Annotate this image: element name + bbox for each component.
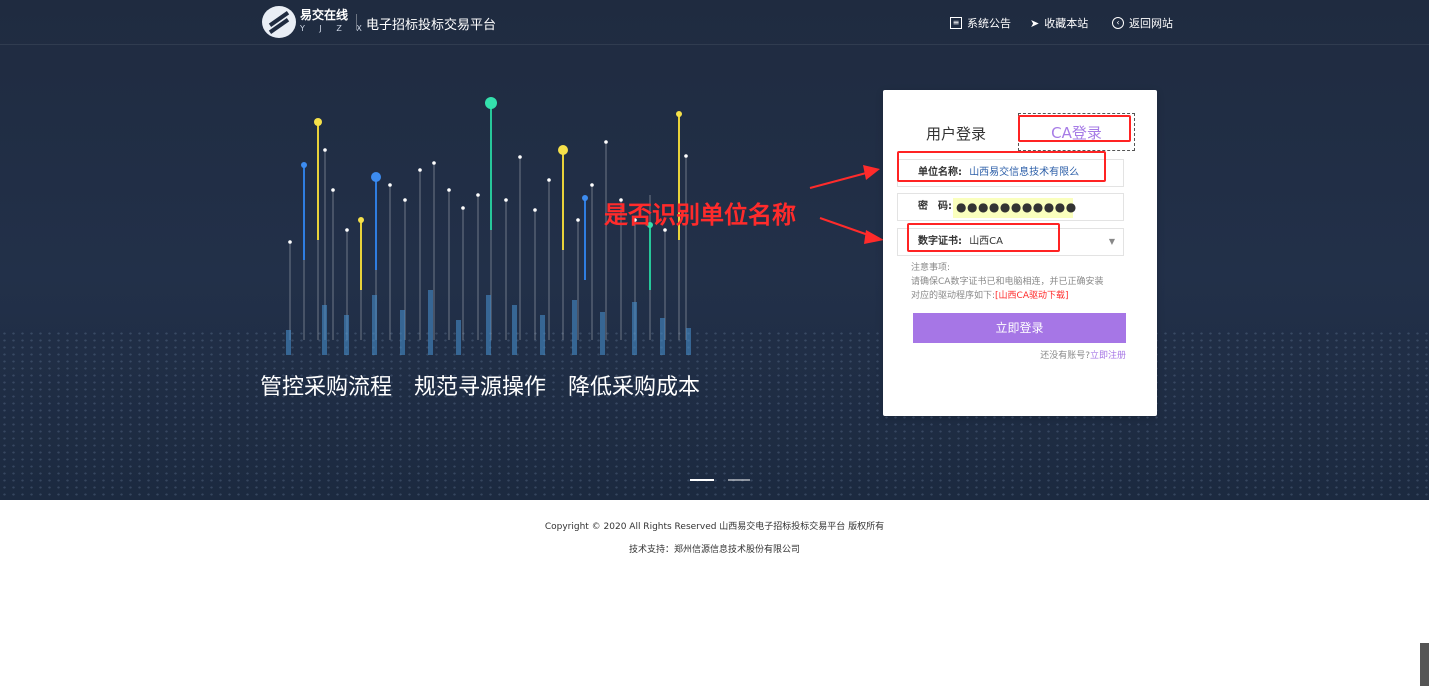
footer-support: 技术支持：郑州信源信息技术股份有限公司 bbox=[628, 545, 800, 555]
nav-return-site[interactable]: ‹ 返回网站 bbox=[1112, 15, 1173, 31]
ca-driver-download-link[interactable]: [山西CA驱动下载] bbox=[995, 291, 1068, 301]
send-icon: ➤ bbox=[1030, 16, 1040, 30]
annotation-highlight-box bbox=[907, 223, 1060, 252]
tab-user-login[interactable]: 用户登录 bbox=[926, 123, 986, 144]
platform-title: 电子招标投标交易平台 bbox=[366, 18, 497, 33]
password-field[interactable]: 密 码: ●●●●●●●●●●● bbox=[897, 193, 1124, 221]
hero-slogan: 管控采购流程 规范寻源操作 降低采购成本 bbox=[260, 375, 701, 400]
login-submit-button[interactable]: 立即登录 bbox=[913, 313, 1126, 343]
chevron-down-icon: ▼ bbox=[1108, 237, 1115, 246]
brand-name: 易交在线 bbox=[300, 8, 349, 22]
annotation-text: 是否识别单位名称 bbox=[604, 201, 796, 229]
top-bar: 易交在线 Y J Z X 电子招标投标交易平台 ≡ 系统公告 ➤ 收藏本站 ‹ … bbox=[0, 0, 1429, 45]
notes-section: 注意事项: 请确保CA数字证书已和电脑相连，并已正确安装 对应的驱动程序如下:[… bbox=[911, 261, 1141, 303]
register-text: 还没有账号? bbox=[1040, 351, 1090, 361]
hero-banner: 易交在线 Y J Z X 电子招标投标交易平台 ≡ 系统公告 ➤ 收藏本站 ‹ … bbox=[0, 0, 1429, 500]
nav-bookmark[interactable]: ➤ 收藏本站 bbox=[1030, 15, 1088, 31]
password-mask: ●●●●●●●●●●● bbox=[956, 200, 1077, 214]
data-visualization-graphic bbox=[286, 97, 691, 355]
nav-label: 返回网站 bbox=[1129, 17, 1173, 30]
back-circle-icon: ‹ bbox=[1112, 17, 1124, 29]
nav-announcements[interactable]: ≡ 系统公告 bbox=[950, 15, 1011, 31]
header-divider bbox=[356, 14, 357, 30]
password-label: 密 码: bbox=[918, 201, 952, 212]
register-prompt: 还没有账号?立即注册 bbox=[1040, 348, 1126, 361]
annotation-highlight-box bbox=[1018, 115, 1131, 142]
login-panel: 用户登录 CA登录 单位名称: 山西易交信息技术有限么 密 码: ●●●●●●●… bbox=[883, 90, 1157, 416]
nav-label: 收藏本站 bbox=[1044, 17, 1089, 30]
footer-copyright: Copyright © 2020 All Rights Reserved 山西易… bbox=[544, 522, 885, 532]
brand-subtitle: Y J Z X bbox=[300, 24, 368, 33]
document-icon: ≡ bbox=[950, 17, 962, 29]
notes-line: 对应的驱动程序如下: bbox=[911, 291, 996, 301]
notes-line: 请确保CA数字证书已和电脑相连，并已正确安装 bbox=[911, 277, 1104, 287]
nav-label: 系统公告 bbox=[967, 17, 1011, 30]
notes-title: 注意事项: bbox=[911, 263, 951, 273]
carousel-dot-active[interactable] bbox=[690, 479, 714, 481]
carousel-dot[interactable] bbox=[728, 479, 750, 481]
annotation-highlight-box bbox=[897, 151, 1106, 182]
logo-icon[interactable] bbox=[262, 6, 296, 38]
side-handle[interactable] bbox=[1420, 643, 1429, 686]
register-link[interactable]: 立即注册 bbox=[1090, 351, 1126, 361]
